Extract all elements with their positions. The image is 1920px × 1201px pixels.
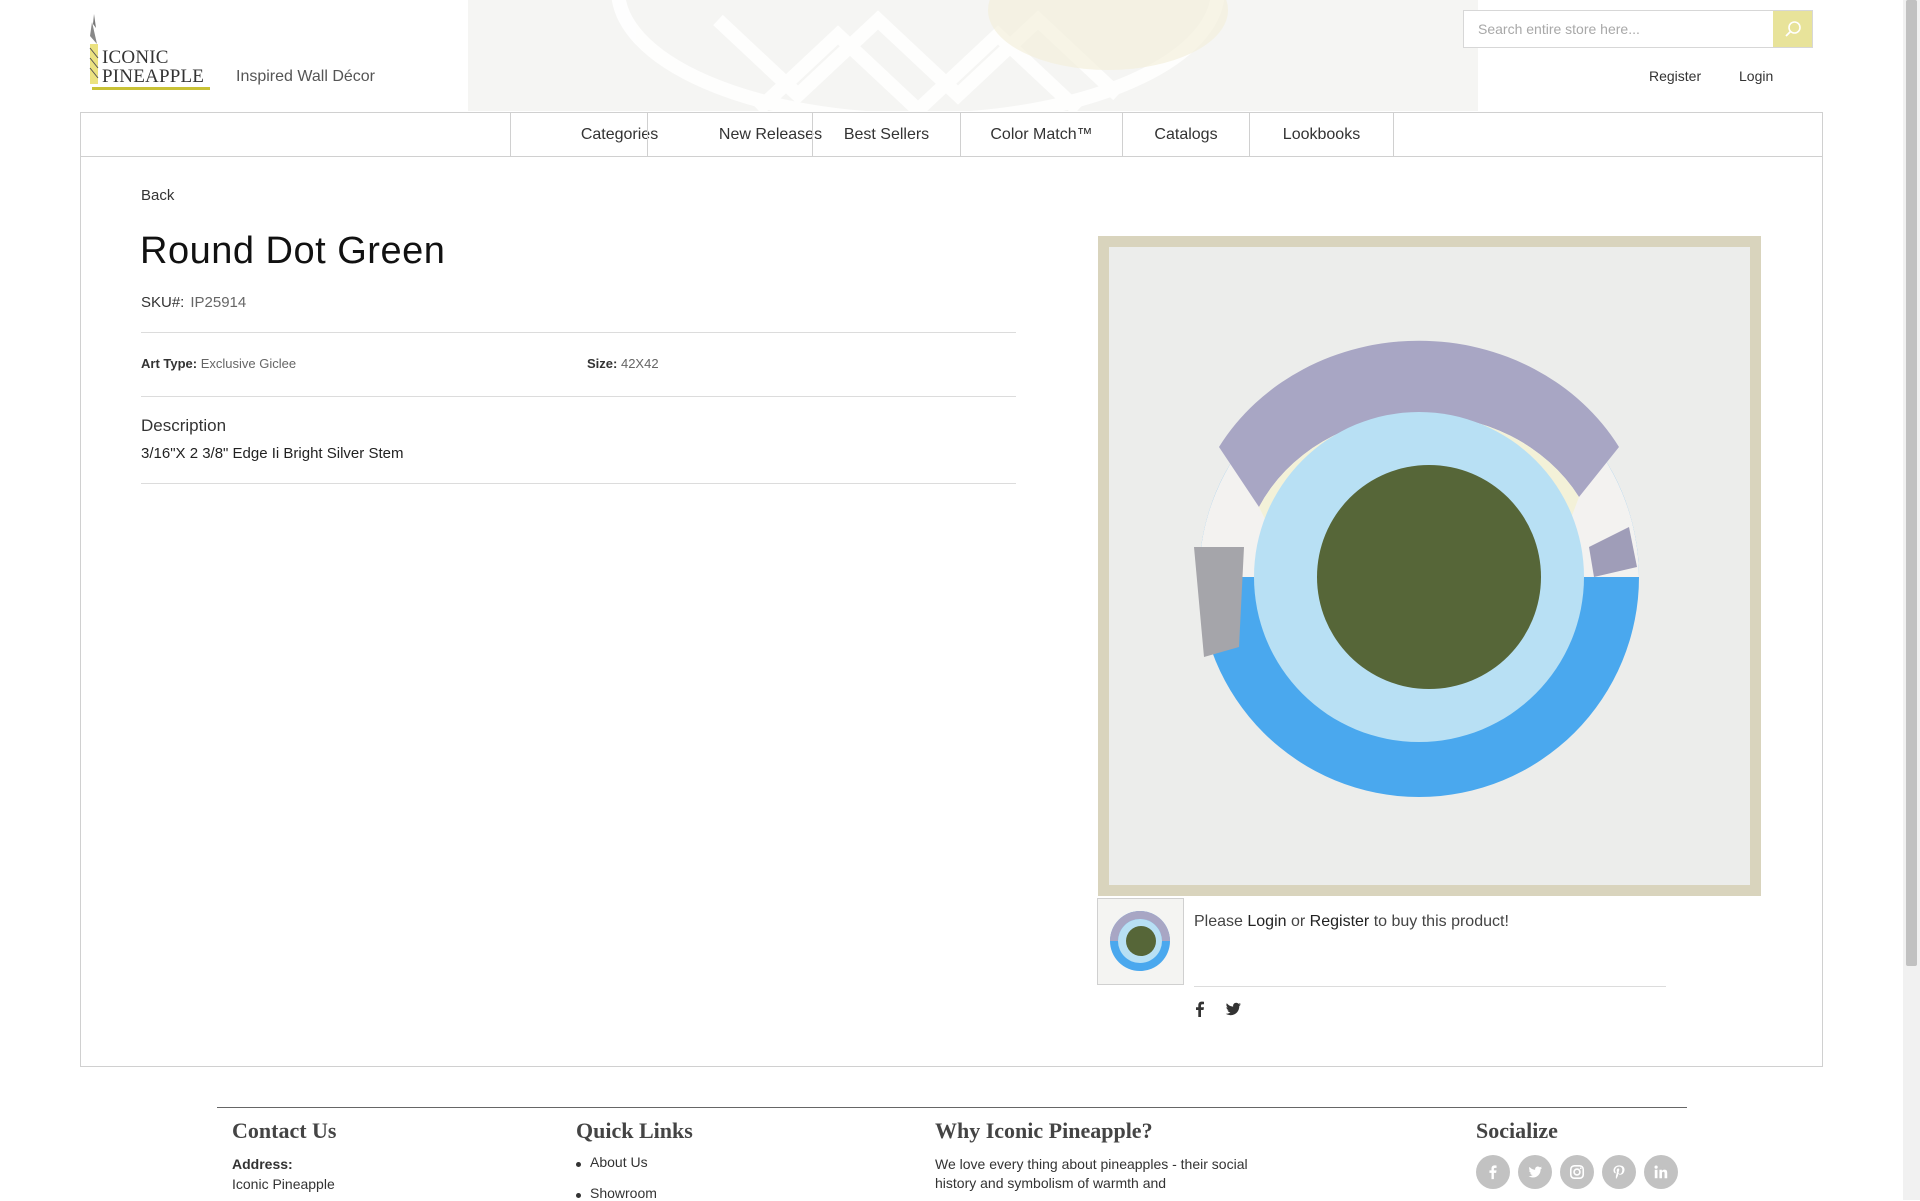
bullet xyxy=(576,1162,581,1167)
search-input[interactable] xyxy=(1464,11,1772,47)
logo-line-2: PINEAPPLE xyxy=(102,66,205,87)
size-attribute: Size: 42X42 xyxy=(587,356,659,371)
search-icon xyxy=(1784,21,1801,37)
sku-value: IP25914 xyxy=(190,294,247,311)
buy-register-link[interactable]: Register xyxy=(1310,913,1370,930)
footer-link-showroom[interactable]: Showroom xyxy=(590,1185,657,1201)
footer-divider xyxy=(217,1107,1687,1108)
product-thumbnail[interactable] xyxy=(1097,898,1184,985)
site-logo[interactable]: ICONIC PINEAPPLE xyxy=(88,14,214,90)
why-text: We love every thing about pineapples - t… xyxy=(935,1156,1248,1191)
site-tagline: Inspired Wall Décor xyxy=(236,68,376,85)
register-link[interactable]: Register xyxy=(1649,68,1701,84)
instagram-icon[interactable] xyxy=(1560,1155,1594,1189)
why-heading: Why Iconic Pineapple? xyxy=(935,1118,1153,1143)
address-line: Iconic Pineapple xyxy=(232,1176,335,1192)
nav-item-lookbooks[interactable]: Lookbooks xyxy=(1249,113,1394,156)
scrollbar-thumb[interactable] xyxy=(1906,0,1917,966)
search-box xyxy=(1463,10,1813,48)
logo-line-1: ICONIC xyxy=(102,47,169,68)
size-value: 42X42 xyxy=(620,356,659,371)
product-title: Round Dot Green xyxy=(140,230,446,272)
bullet xyxy=(576,1193,581,1198)
login-link[interactable]: Login xyxy=(1739,68,1773,84)
facebook-icon[interactable] xyxy=(1476,1155,1510,1189)
linkedin-icon[interactable] xyxy=(1644,1155,1678,1189)
description-heading: Description xyxy=(141,416,227,435)
main-nav: Categories New Releases Best Sellers Col… xyxy=(81,113,1822,157)
twitter-icon[interactable] xyxy=(1224,1000,1242,1018)
product-sku: SKU#: IP25914 xyxy=(141,294,246,311)
nav-item-catalogs[interactable]: Catalogs xyxy=(1122,113,1249,156)
pineapple-logo-icon xyxy=(89,14,99,84)
nav-item-color-match[interactable]: Color Match™ xyxy=(960,113,1122,156)
size-label: Size: xyxy=(587,356,618,371)
page-scrollbar[interactable] xyxy=(1903,0,1920,1200)
product-image[interactable] xyxy=(1098,236,1761,896)
twitter-icon[interactable] xyxy=(1518,1155,1552,1189)
divider xyxy=(141,332,1016,333)
back-link[interactable]: Back xyxy=(141,187,174,204)
nav-item-best-sellers[interactable]: Best Sellers xyxy=(812,113,960,156)
footer-link-about-us[interactable]: About Us xyxy=(590,1154,648,1170)
logo-underline xyxy=(92,87,210,90)
quick-links-heading: Quick Links xyxy=(576,1118,693,1143)
logo-wordmark: ICONIC PINEAPPLE xyxy=(102,48,204,86)
divider xyxy=(141,396,1016,397)
facebook-icon[interactable] xyxy=(1191,1000,1209,1018)
header-background xyxy=(468,0,1478,111)
art-type-attribute: Art Type: Exclusive Giclee xyxy=(141,356,296,371)
art-type-value: Exclusive Giclee xyxy=(200,356,297,371)
buy-suffix: to buy this product! xyxy=(1373,913,1509,930)
socialize-heading: Socialize xyxy=(1476,1118,1558,1143)
search-button[interactable] xyxy=(1773,11,1812,47)
buy-login-link[interactable]: Login xyxy=(1247,913,1286,930)
art-type-label: Art Type: xyxy=(141,356,198,371)
thumbnail-image xyxy=(1110,911,1170,971)
divider xyxy=(1194,986,1666,987)
divider xyxy=(141,483,1016,484)
buy-prefix: Please xyxy=(1194,913,1243,930)
contact-heading: Contact Us xyxy=(232,1118,337,1143)
address-label: Address: xyxy=(232,1156,293,1172)
description-text: 3/16"X 2 3/8" Edge Ii Bright Silver Stem xyxy=(141,445,404,462)
pinterest-icon[interactable] xyxy=(1602,1155,1636,1189)
artwork-canvas xyxy=(1109,247,1750,885)
login-to-buy-message: Please Login or Register to buy this pro… xyxy=(1194,913,1509,931)
sku-label: SKU#: xyxy=(141,294,185,311)
round-dot-artwork xyxy=(1109,247,1750,885)
buy-or-text: or xyxy=(1290,913,1306,930)
